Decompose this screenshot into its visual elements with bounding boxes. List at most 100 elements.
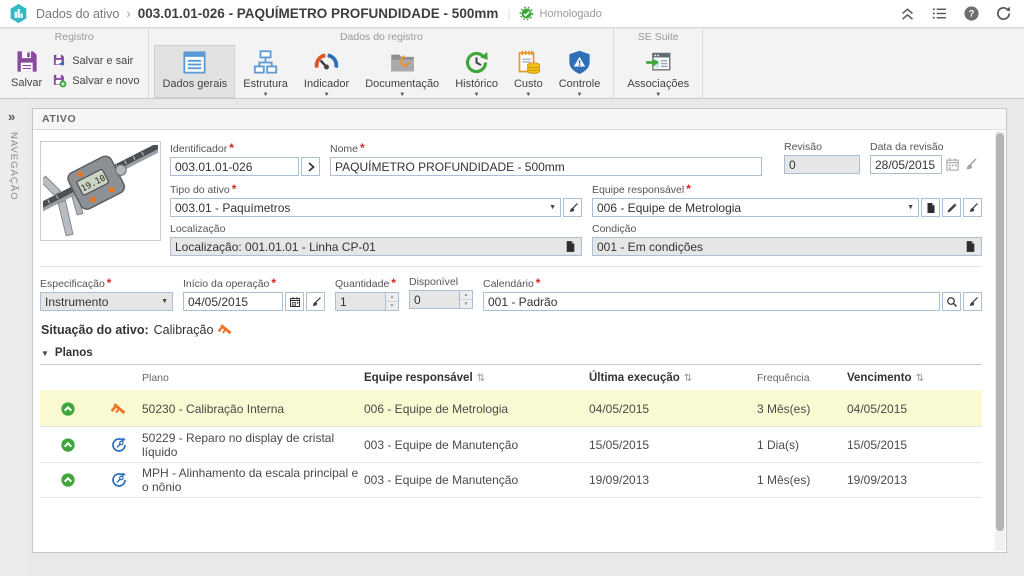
step-up-icon: ▲ — [386, 293, 398, 302]
svg-text:?: ? — [969, 9, 975, 19]
divider: | — [507, 7, 510, 21]
table-row[interactable]: MPH - Alinhamento da escala principal e … — [40, 462, 982, 498]
tab-documentacao[interactable]: Documentação ▼ — [357, 45, 447, 98]
document-icon[interactable] — [964, 240, 977, 253]
column-header-vencimento[interactable]: Vencimento⇅ — [847, 372, 982, 384]
navigation-sidebar: » NAVEGAÇÃO — [0, 100, 28, 576]
sort-icon: ⇅ — [916, 373, 924, 384]
cell-vencimento: 19/09/2013 — [847, 473, 982, 487]
save-button[interactable]: Salvar — [5, 45, 48, 96]
equipe-edit-button[interactable] — [942, 198, 961, 217]
save-and-new-button[interactable]: Salvar e novo — [52, 73, 139, 88]
chevron-right-icon — [305, 161, 317, 173]
scrollbar-thumb[interactable] — [996, 133, 1004, 531]
calendario-input[interactable]: 001 - Padrão — [483, 292, 940, 311]
nome-label: Nome* — [330, 141, 762, 155]
cell-frequencia: 1 Dia(s) — [757, 438, 847, 452]
quantidade-label: Quantidade* — [335, 276, 399, 290]
cell-equipe: 003 - Equipe de Manutenção — [364, 473, 589, 487]
clear-brush-icon — [967, 296, 979, 308]
table-row[interactable]: 50230 - Calibração Interna 006 - Equipe … — [40, 390, 982, 426]
app-logo-icon[interactable] — [8, 3, 29, 24]
column-header-equipe[interactable]: Equipe responsável⇅ — [364, 372, 589, 384]
collapse-ribbon-icon[interactable] — [899, 5, 916, 22]
save-and-exit-button[interactable]: Salvar e sair — [52, 53, 139, 68]
breadcrumb-separator-icon: › — [126, 6, 130, 21]
historico-label: Histórico — [455, 78, 498, 90]
associations-window-icon — [645, 49, 672, 76]
planos-section-toggle[interactable]: ▼ Planos — [40, 343, 982, 365]
tipo-ativo-clear-button[interactable] — [563, 198, 582, 217]
tab-estrutura[interactable]: Estrutura ▼ — [235, 45, 296, 98]
table-row[interactable]: 50229 - Reparo no display de cristal líq… — [40, 426, 982, 462]
documentacao-label: Documentação — [365, 78, 439, 90]
list-menu-icon[interactable] — [931, 5, 948, 22]
tab-associacoes[interactable]: Associações ▼ — [619, 45, 697, 98]
tab-historico[interactable]: Histórico ▼ — [447, 45, 506, 98]
execute-plan-icon[interactable] — [40, 401, 96, 417]
stepper-arrows[interactable]: ▲▼ — [386, 292, 399, 311]
status-badge: Homologado — [519, 6, 601, 21]
tab-custo[interactable]: Custo ▼ — [506, 45, 551, 98]
cell-plano: MPH - Alinhamento da escala principal e … — [142, 466, 364, 494]
inicio-calendar-button[interactable] — [285, 292, 304, 311]
calendario-search-button[interactable] — [942, 292, 961, 311]
inicio-clear-button[interactable] — [306, 292, 325, 311]
step-down-icon: ▼ — [386, 302, 398, 310]
chevron-down-icon: ▼ — [577, 92, 583, 98]
identificador-next-button[interactable] — [301, 157, 320, 176]
pencil-icon — [946, 202, 958, 214]
indicador-label: Indicador — [304, 78, 349, 90]
equipe-new-button[interactable] — [921, 198, 940, 217]
especificacao-select[interactable]: Instrumento▼ — [40, 292, 173, 311]
cell-vencimento: 15/05/2015 — [847, 438, 982, 452]
refresh-icon[interactable] — [995, 5, 1012, 22]
execute-plan-icon[interactable] — [40, 437, 96, 453]
maintenance-icon — [96, 472, 142, 488]
data-revisao-label: Data da revisão — [870, 141, 982, 153]
tab-controle[interactable]: Controle ▼ — [551, 45, 609, 98]
general-data-icon — [181, 49, 208, 76]
disponivel-stepper: 0 — [409, 290, 460, 309]
tipo-ativo-select[interactable]: 003.01 - Paquímetros▼ — [170, 198, 561, 217]
calibration-icon — [218, 322, 233, 337]
situacao-label: Situação do ativo: — [41, 323, 149, 337]
inicio-operacao-input[interactable]: 04/05/2015 — [183, 292, 283, 311]
revisao-label: Revisão — [784, 141, 860, 153]
calendario-label: Calendário* — [483, 276, 982, 290]
inicio-operacao-label: Início da operação* — [183, 276, 325, 290]
required-icon: * — [107, 276, 112, 290]
equipe-select[interactable]: 006 - Equipe de Metrologia▼ — [592, 198, 919, 217]
equipe-clear-button[interactable] — [963, 198, 982, 217]
nome-input[interactable]: PAQUÍMETRO PROFUNDIDADE - 500mm — [330, 157, 762, 176]
associacoes-label: Associações — [627, 78, 689, 90]
required-icon: * — [232, 182, 237, 196]
tab-indicador[interactable]: Indicador ▼ — [296, 45, 357, 98]
identificador-input[interactable]: 003.01.01-026 — [170, 157, 299, 176]
ribbon-toolbar: Registro Salvar Salvar e sair Salvar e n… — [0, 29, 1024, 99]
breadcrumb[interactable]: Dados do ativo — [36, 7, 119, 21]
asset-photo[interactable]: 19.10 — [40, 141, 161, 241]
expand-navigation-icon[interactable]: » — [8, 109, 28, 124]
page-title: 003.01.01-026 - PAQUÍMETRO PROFUNDIDADE … — [138, 6, 499, 21]
asset-situation: Situação do ativo: Calibração — [41, 322, 982, 337]
step-up-icon: ▲ — [460, 291, 472, 300]
calendario-clear-button[interactable] — [963, 292, 982, 311]
column-header-ultima-execucao[interactable]: Última execução⇅ — [589, 372, 757, 384]
required-icon: * — [360, 141, 365, 155]
help-icon[interactable]: ? — [963, 5, 980, 22]
revisao-field: 0 — [784, 155, 860, 174]
tab-dados-gerais[interactable]: Dados gerais — [154, 45, 235, 98]
asset-panel: ATIVO 19.10 — [32, 108, 1007, 553]
vertical-scrollbar[interactable] — [995, 131, 1005, 551]
select-caret-icon: ▼ — [161, 298, 168, 305]
condicao-label: Condição — [592, 223, 982, 235]
cost-notepad-coins-icon — [515, 49, 542, 76]
stepper-arrows[interactable]: ▲▼ — [460, 290, 473, 309]
gauge-icon — [313, 49, 340, 76]
document-icon[interactable] — [564, 240, 577, 253]
panel-title: ATIVO — [33, 109, 1006, 130]
situacao-value: Calibração — [154, 323, 214, 337]
execute-plan-icon[interactable] — [40, 472, 96, 488]
chevron-down-icon: ▼ — [474, 92, 480, 98]
